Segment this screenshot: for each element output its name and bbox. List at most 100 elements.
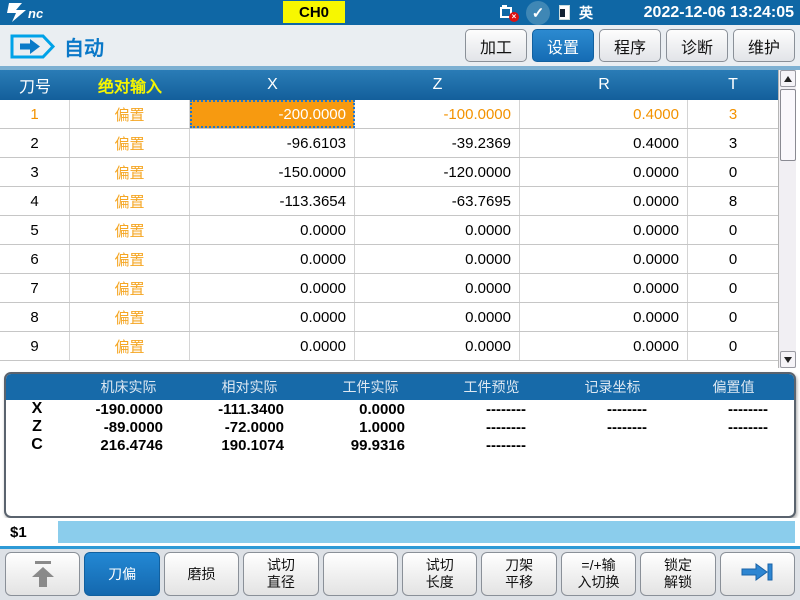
cell-z[interactable]: -39.2369 <box>355 129 520 157</box>
cell-z[interactable]: 0.0000 <box>355 216 520 244</box>
softkey-试切直径[interactable]: 试切 直径 <box>243 552 318 596</box>
softkey-磨损[interactable]: 磨损 <box>164 552 239 596</box>
cell-t[interactable]: 0 <box>688 158 778 186</box>
col-header-x: X <box>190 70 355 100</box>
vertical-scrollbar[interactable] <box>778 70 796 368</box>
cell-z[interactable]: -120.0000 <box>355 158 520 186</box>
softkey-=/+输入切换[interactable]: =/+输 入切换 <box>561 552 636 596</box>
cell-x[interactable]: -150.0000 <box>190 158 355 186</box>
axis-label: Z <box>6 418 68 436</box>
coord-row-Z: Z-89.0000-72.00001.0000-----------------… <box>6 418 794 436</box>
table-row-tool-7: 7偏置0.00000.00000.00000 <box>0 274 778 303</box>
cell-x[interactable]: -200.0000 <box>190 100 355 128</box>
up-arrow-icon <box>32 561 54 587</box>
nav-tab-诊断[interactable]: 诊断 <box>666 29 728 62</box>
network-error-icon: × <box>500 5 517 20</box>
cell-t[interactable]: 3 <box>688 129 778 157</box>
cell-tool-no[interactable]: 2 <box>0 129 70 157</box>
cell-t[interactable]: 3 <box>688 100 778 128</box>
cell-tool-no[interactable]: 7 <box>0 274 70 302</box>
coord-row-X: X-190.0000-111.34000.0000---------------… <box>6 400 794 418</box>
cell-tool-no[interactable]: 4 <box>0 187 70 215</box>
col-header-t: T <box>688 70 778 100</box>
nav-tab-加工[interactable]: 加工 <box>465 29 527 62</box>
cell-t[interactable]: 0 <box>688 332 778 360</box>
softkey-empty-button[interactable] <box>323 552 398 596</box>
softkey-skip-right-button[interactable] <box>720 552 795 596</box>
offset-table-header: 刀号 绝对输入 X Z R T <box>0 70 778 100</box>
cell-r[interactable]: 0.4000 <box>520 129 688 157</box>
cell-tool-no[interactable]: 9 <box>0 332 70 360</box>
cell-t[interactable]: 8 <box>688 187 778 215</box>
softkey-锁定解锁[interactable]: 锁定 解锁 <box>640 552 715 596</box>
cell-x[interactable]: -96.6103 <box>190 129 355 157</box>
softkey-刀架平移[interactable]: 刀架 平移 <box>481 552 556 596</box>
cell-r[interactable]: 0.0000 <box>520 158 688 186</box>
cell-r[interactable]: 0.0000 <box>520 187 688 215</box>
cell-t[interactable]: 0 <box>688 216 778 244</box>
scroll-up-button[interactable] <box>780 70 796 87</box>
cell-tool-no[interactable]: 1 <box>0 100 70 128</box>
cell-tool-no[interactable]: 3 <box>0 158 70 186</box>
nav-tab-设置[interactable]: 设置 <box>532 29 594 62</box>
cell-abs-input[interactable]: 偏置 <box>70 245 190 273</box>
cell-z[interactable]: 0.0000 <box>355 303 520 331</box>
cell-abs-input[interactable]: 偏置 <box>70 129 190 157</box>
cell-abs-input[interactable]: 偏置 <box>70 187 190 215</box>
coord-col-header: 偏置值 <box>673 374 794 400</box>
cell-x[interactable]: 0.0000 <box>190 332 355 360</box>
cell-z[interactable]: 0.0000 <box>355 274 520 302</box>
cell-z[interactable]: 0.0000 <box>355 332 520 360</box>
title-bar: nc CH0 × ✓ 英 2022-12-06 13:24:05 <box>0 0 800 25</box>
cell-tool-no[interactable]: 6 <box>0 245 70 273</box>
cell-abs-input[interactable]: 偏置 <box>70 274 190 302</box>
cell-x[interactable]: 0.0000 <box>190 274 355 302</box>
coord-value: 99.9316 <box>310 437 431 454</box>
axis-label: C <box>6 436 68 454</box>
cell-t[interactable]: 0 <box>688 274 778 302</box>
coord-value: -72.0000 <box>189 419 310 436</box>
cell-x[interactable]: -113.3654 <box>190 187 355 215</box>
cell-abs-input[interactable]: 偏置 <box>70 158 190 186</box>
cell-x[interactable]: 0.0000 <box>190 216 355 244</box>
cell-r[interactable]: 0.0000 <box>520 303 688 331</box>
cell-x[interactable]: 0.0000 <box>190 245 355 273</box>
cell-abs-input[interactable]: 偏置 <box>70 100 190 128</box>
cell-r[interactable]: 0.0000 <box>520 274 688 302</box>
nav-tab-维护[interactable]: 维护 <box>733 29 795 62</box>
cell-x[interactable]: 0.0000 <box>190 303 355 331</box>
cell-tool-no[interactable]: 8 <box>0 303 70 331</box>
coord-value: 0.0000 <box>310 401 431 418</box>
softkey-toolbar: 刀偏磨损试切 直径 试切 长度刀架 平移=/+输 入切换锁定 解锁 <box>0 549 800 600</box>
cell-abs-input[interactable]: 偏置 <box>70 216 190 244</box>
cnc-screen: nc CH0 × ✓ 英 2022-12-06 13:24:05 自动 加工设置… <box>0 0 800 600</box>
table-row-tool-8: 8偏置0.00000.00000.00000 <box>0 303 778 332</box>
softkey-刀偏[interactable]: 刀偏 <box>84 552 159 596</box>
scroll-down-button[interactable] <box>780 351 796 368</box>
cell-t[interactable]: 0 <box>688 245 778 273</box>
cell-r[interactable]: 0.0000 <box>520 332 688 360</box>
cell-abs-input[interactable]: 偏置 <box>70 332 190 360</box>
cell-r[interactable]: 0.0000 <box>520 216 688 244</box>
cell-abs-input[interactable]: 偏置 <box>70 303 190 331</box>
cell-t[interactable]: 0 <box>688 303 778 331</box>
cell-r[interactable]: 0.4000 <box>520 100 688 128</box>
coord-value: -------- <box>552 401 673 418</box>
col-header-r: R <box>520 70 688 100</box>
nav-tab-程序[interactable]: 程序 <box>599 29 661 62</box>
coord-value: -------- <box>431 401 552 418</box>
coord-value: -190.0000 <box>68 401 189 418</box>
svg-text:nc: nc <box>28 6 44 21</box>
scrollbar-thumb[interactable] <box>780 89 796 161</box>
cell-r[interactable]: 0.0000 <box>520 245 688 273</box>
cell-z[interactable]: 0.0000 <box>355 245 520 273</box>
coordinate-panel-header: 机床实际相对实际工件实际工件预览记录坐标偏置值 <box>6 374 794 400</box>
coord-value: -89.0000 <box>68 419 189 436</box>
cell-tool-no[interactable]: 5 <box>0 216 70 244</box>
cell-z[interactable]: -63.7695 <box>355 187 520 215</box>
coord-col-header: 机床实际 <box>68 374 189 400</box>
cell-z[interactable]: -100.0000 <box>355 100 520 128</box>
softkey-试切长度[interactable]: 试切 长度 <box>402 552 477 596</box>
softkey-up-arrow-button[interactable] <box>5 552 80 596</box>
command-input[interactable] <box>58 521 795 543</box>
